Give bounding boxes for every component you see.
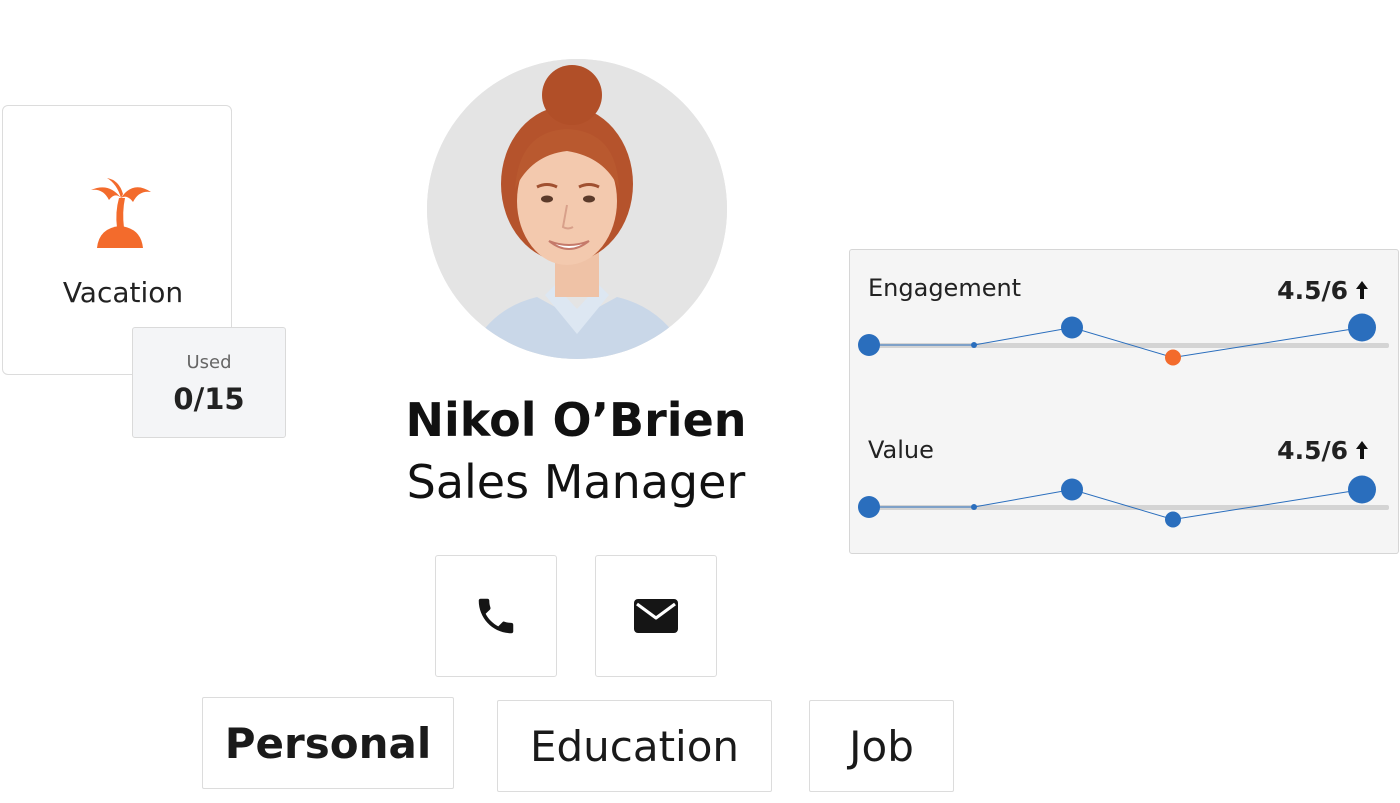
metrics-panel: Engagement 4.5/6 Value 4.5/6 (849, 249, 1399, 554)
sparkline-line (869, 326, 1363, 359)
sparkline-point (1165, 511, 1181, 528)
person-role: Sales Manager (406, 455, 746, 509)
vacation-used-card: Used 0/15 (132, 327, 286, 438)
sparkline-point (1061, 478, 1083, 501)
arrow-up-icon (1356, 281, 1368, 299)
sparkline-point (971, 342, 977, 348)
value-sparkline (858, 475, 1389, 528)
avatar (427, 59, 727, 359)
vacation-label: Vacation (62, 276, 184, 309)
engagement-label: Engagement (868, 274, 1022, 302)
sparkline-point (971, 504, 977, 510)
tab-personal[interactable]: Personal (202, 697, 454, 789)
used-value: 0/15 (173, 382, 245, 416)
palm-tree-icon (91, 178, 151, 248)
phone-icon (478, 598, 514, 634)
tab-education[interactable]: Education (497, 700, 772, 792)
value-score: 4.5/6 (1277, 436, 1348, 465)
mail-icon (634, 599, 678, 633)
sparkline-point (1061, 316, 1083, 339)
sparkline-point (858, 334, 880, 356)
person-name: Nikol O’Brien (405, 393, 747, 447)
sparkline-point (1165, 349, 1181, 366)
sparkline-point (1348, 313, 1376, 342)
engagement-score: 4.5/6 (1277, 276, 1348, 305)
arrow-up-icon (1356, 441, 1368, 459)
tab-job[interactable]: Job (809, 700, 954, 792)
engagement-sparkline (858, 313, 1389, 366)
sparkline-line (869, 488, 1363, 521)
sparkline-point (1348, 475, 1376, 504)
email-button[interactable] (595, 555, 717, 677)
call-button[interactable] (435, 555, 557, 677)
sparkline-point (858, 496, 880, 518)
value-label: Value (868, 436, 934, 464)
used-label: Used (186, 352, 232, 373)
